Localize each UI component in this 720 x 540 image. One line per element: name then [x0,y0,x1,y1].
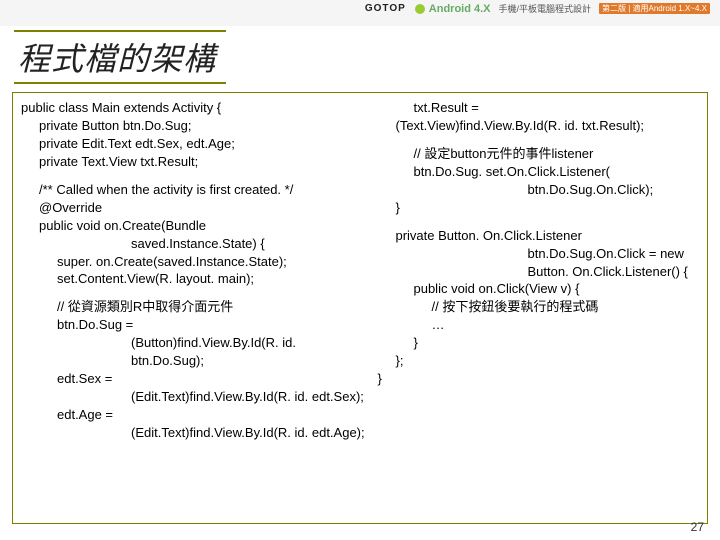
code-line: // 設定button元件的事件listener [377,145,701,163]
code-line: btn.Do.Sug. set.On.Click.Listener( [377,163,701,181]
code-line: // 從資源類別R中取得介面元件 [21,298,371,316]
code-col-left: public class Main extends Activity { pri… [13,93,377,523]
code-col-right: txt.Result = (Text.View)find.View.By.Id(… [377,93,707,523]
code-line: public class Main extends Activity { [21,100,221,115]
brand-row: GOTOP Android 4.X 手機/平板電腦程式設計 第二版 | 適用An… [365,2,710,15]
code-line: } [377,334,701,352]
android-version: 4.X [474,3,491,15]
code-line: (Button)find.View.By.Id(R. id. btn.Do.Su… [21,334,371,370]
code-line: saved.Instance.State) { [21,235,371,253]
code-line: set.Content.View(R. layout. main); [21,270,371,288]
code-line: private Button btn.Do.Sug; [21,117,371,135]
code-line: btn.Do.Sug = [21,316,371,334]
code-line: … [377,316,701,334]
code-line: txt.Result = [377,99,701,117]
code-line: @Override [21,199,371,217]
code-line: public void on.Create(Bundle [21,217,371,235]
code-line: Button. On.Click.Listener() { [377,263,701,281]
code-line: edt.Sex = [21,370,371,388]
code-line: // 按下按鈕後要執行的程式碼 [377,298,701,316]
code-line: edt.Age = [21,406,371,424]
code-box: public class Main extends Activity { pri… [12,92,708,524]
code-line: private Button. On.Click.Listener [377,227,701,245]
page-number: 27 [691,520,704,534]
code-line: private Edit.Text edt.Sex, edt.Age; [21,135,371,153]
android-icon [414,3,426,15]
code-line: private Text.View txt.Result; [21,153,371,171]
header-bar: GOTOP Android 4.X 手機/平板電腦程式設計 第二版 | 適用An… [0,0,720,26]
subtitle-1: 手機/平板電腦程式設計 [498,2,591,15]
code-line: (Edit.Text)find.View.By.Id(R. id. edt.Se… [21,388,371,406]
title-frame: 程式檔的架構 [14,30,226,84]
edition-badge: 第二版 | 適用Android 1.X~4.X [599,3,710,14]
android-badge: Android 4.X [414,3,491,15]
code-line: (Edit.Text)find.View.By.Id(R. id. edt.Ag… [21,424,371,442]
code-line: super. on.Create(saved.Instance.State); [21,253,371,271]
code-line: /** Called when the activity is first cr… [21,181,371,199]
code-line: }; [377,352,701,370]
code-line: btn.Do.Sug.On.Click = new [377,245,701,263]
code-line: } [377,371,381,386]
code-line: } [377,199,701,217]
page-title: 程式檔的架構 [18,34,216,80]
android-label: Android [429,3,471,15]
title-wrap: 程式檔的架構 [14,30,720,86]
code-line: btn.Do.Sug.On.Click); [377,181,701,199]
code-line: public void on.Click(View v) { [377,280,701,298]
brand-gotop: GOTOP [365,3,406,14]
code-line: (Text.View)find.View.By.Id(R. id. txt.Re… [377,117,701,135]
